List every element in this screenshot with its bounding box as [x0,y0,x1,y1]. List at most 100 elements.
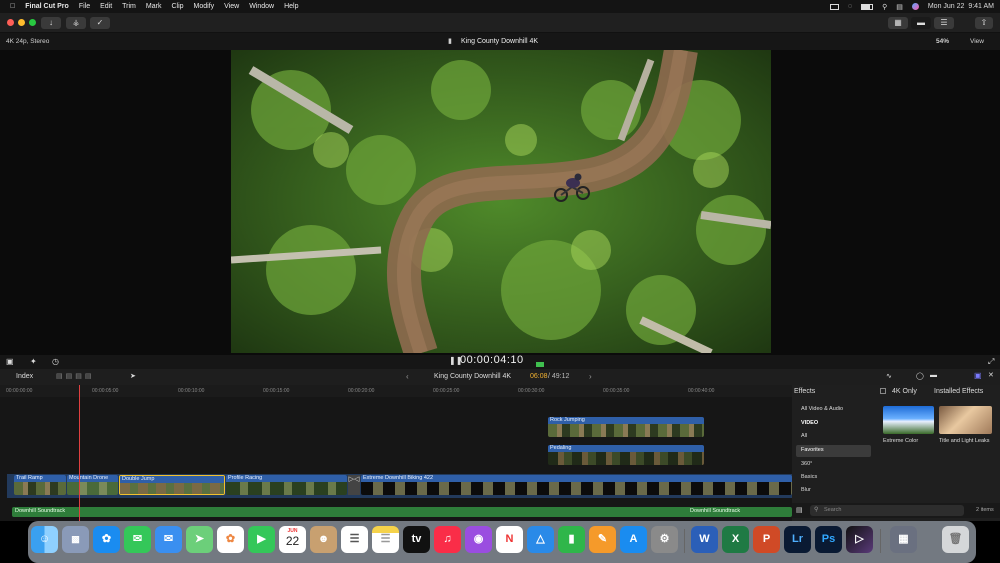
transform-icon[interactable]: ▣ [6,357,14,366]
category-360[interactable]: 360° [801,461,812,467]
photos-icon[interactable]: ✿ [217,526,244,553]
apple-tv-icon[interactable]: tv [403,526,430,553]
reminders-icon[interactable]: ☰ [341,526,368,553]
downloads-stack-icon[interactable]: ▦ [890,526,917,553]
snapping-icon[interactable]: ▬ [930,372,937,379]
index-button[interactable]: Index [16,373,33,380]
transition-icon[interactable]: ▷◁ [348,475,360,495]
menu-file[interactable]: File [79,3,90,10]
menu-trim[interactable]: Trim [122,3,136,10]
calendar-icon[interactable]: JUN 22 [279,526,306,553]
close-window-button[interactable] [7,19,14,26]
import-button[interactable]: ↓ [41,17,61,29]
news-icon[interactable]: N [496,526,523,553]
menu-help[interactable]: Help [284,3,298,10]
photoshop-icon[interactable]: Ps [815,526,842,553]
excel-icon[interactable]: X [722,526,749,553]
4k-only-checkbox[interactable] [880,388,886,394]
powerpoint-icon[interactable]: P [753,526,780,553]
keynote-icon[interactable]: △ [527,526,554,553]
music-icon[interactable]: ♫ [434,526,461,553]
pages-icon[interactable]: ✎ [589,526,616,553]
clip-pedaling[interactable]: Pedaling [548,445,704,465]
final-cut-pro-icon[interactable]: ▷ [846,526,873,553]
control-center-icon[interactable]: ▤ [896,3,903,11]
menu-edit[interactable]: Edit [100,3,112,10]
battery-icon[interactable] [861,3,874,10]
messages-icon[interactable]: ✉ [124,526,151,553]
timeline-toggle-button[interactable]: ▬ [911,17,931,29]
category-basics[interactable]: Basics [801,474,817,480]
trash-icon[interactable]: 🗑 [942,526,969,553]
video-frame[interactable] [231,50,771,353]
close-browser-icon[interactable]: ✕ [988,371,994,379]
menu-mark[interactable]: Mark [146,3,162,10]
keyword-button[interactable]: ⚶ [66,17,86,29]
select-tool-icon[interactable]: ➤ [130,372,136,380]
category-favorites[interactable]: Favorites [801,447,824,453]
effect-extreme-color[interactable]: Extreme Color [883,406,934,448]
display-icon[interactable] [829,3,839,10]
effects-browser-icon[interactable]: ▣ [974,371,982,380]
wifi-icon[interactable]: ◌ [848,3,852,10]
background-tasks-button[interactable]: ✓ [90,17,110,29]
app-store-icon[interactable]: A [620,526,647,553]
installed-effects-dropdown[interactable]: Installed Effects [934,388,983,395]
4k-only-label[interactable]: 4K Only [892,388,917,395]
clip-trail-ramp[interactable]: Trail Ramp [14,475,66,495]
clip-appearance-icons[interactable]: ▤▤▤▤ [56,372,94,380]
clip-profile-racing[interactable]: Profile Racing [226,475,347,495]
lightroom-icon[interactable]: Lr [784,526,811,553]
fullscreen-icon[interactable]: ⤢ [988,357,994,367]
menu-clip[interactable]: Clip [171,3,183,10]
sidebar-toggle-icon[interactable]: ▤ [796,506,803,514]
menu-view[interactable]: View [224,3,239,10]
timecode-display[interactable]: 00:00:04:10 [460,354,524,366]
history-forward-icon[interactable]: › [589,372,592,381]
playhead[interactable] [79,385,80,521]
menu-modify[interactable]: Modify [194,3,215,10]
category-all-video-audio[interactable]: All Video & Audio [801,406,843,412]
zoom-dropdown[interactable]: 54% [936,38,949,45]
timeline-ruler[interactable]: 00:00:00:00 00:00:05:00 00:00:10:00 00:0… [0,385,792,397]
enhancements-icon[interactable]: ✦ [30,357,37,366]
effect-title-light-leaks[interactable]: Title and Light Leaks [939,406,992,454]
speed-icon[interactable]: ◷ [52,357,59,366]
clip-double-jump[interactable]: Double Jump [119,475,225,495]
facetime-icon[interactable]: ▶ [248,526,275,553]
contacts-icon[interactable]: ☻ [310,526,337,553]
minimize-window-button[interactable] [18,19,25,26]
search-icon[interactable]: ⚲ [882,3,887,11]
category-blur[interactable]: Blur [801,487,811,493]
mail-icon[interactable]: ✉ [155,526,182,553]
category-all[interactable]: All [801,433,807,439]
inspector-toggle-button[interactable]: ☰ [934,17,954,29]
menu-datetime[interactable]: Mon Jun 22 9:41 AM [928,3,994,10]
siri-icon[interactable] [911,3,919,10]
headphones-icon[interactable]: ◯ [916,372,924,380]
menu-app-name[interactable]: Final Cut Pro [25,3,69,10]
podcasts-icon[interactable]: ◉ [465,526,492,553]
system-preferences-icon[interactable]: ⚙ [651,526,678,553]
browser-toggle-button[interactable]: ▦ [888,17,908,29]
clip-rock-jumping[interactable]: Rock Jumping [548,417,704,437]
audio-track-soundtrack[interactable] [12,507,792,517]
launchpad-icon[interactable]: ▩ [62,526,89,553]
share-button[interactable]: ⇧ [975,17,993,29]
history-back-icon[interactable]: ‹ [406,372,409,381]
notes-icon[interactable]: ☰ [372,526,399,553]
timeline-area[interactable]: Rock Jumping Pedaling Trail Ramp Mountai… [0,385,792,521]
word-icon[interactable]: W [691,526,718,553]
apple-icon[interactable]:  [10,3,15,10]
numbers-icon[interactable]: ▮ [558,526,585,553]
clip-mountain-drone[interactable]: Mountain Drone [67,475,118,495]
search-input[interactable]: Search [824,507,841,513]
maps-icon[interactable]: ➤ [186,526,213,553]
safari-icon[interactable]: ✿ [93,526,120,553]
zoom-window-button[interactable] [29,19,36,26]
audio-skimming-icon[interactable]: ∿ [886,372,892,380]
project-name-dropdown[interactable]: King County Downhill 4K [434,373,511,380]
menu-window[interactable]: Window [249,3,274,10]
clip-extreme-downhill[interactable]: Extreme Downhill Biking 422 [361,475,792,495]
view-dropdown[interactable]: View [970,38,984,45]
